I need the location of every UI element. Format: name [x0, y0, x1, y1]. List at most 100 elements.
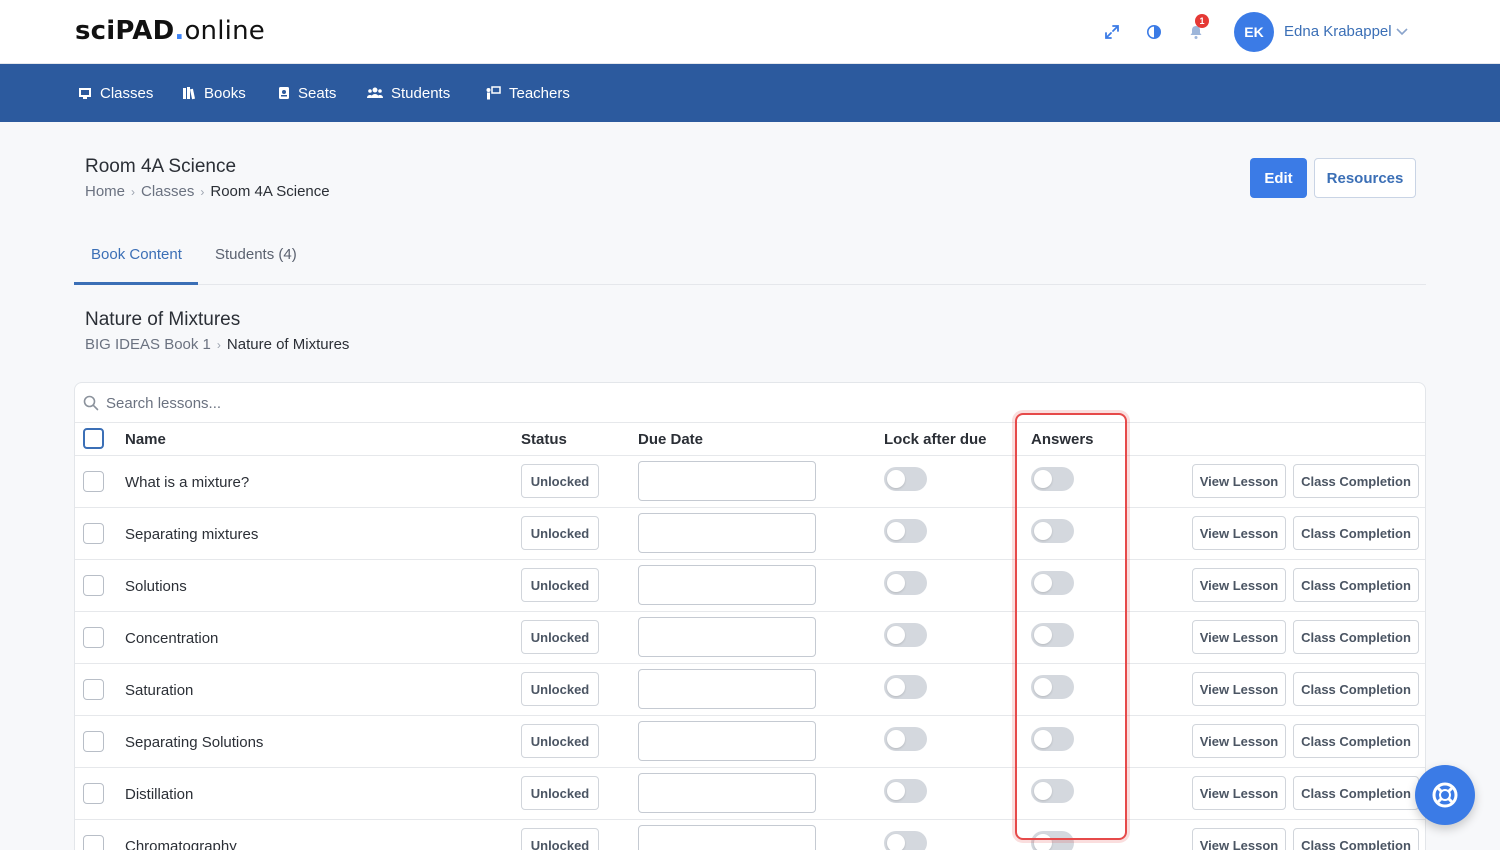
due-date-input[interactable]	[638, 773, 816, 813]
row-checkbox[interactable]	[83, 679, 104, 700]
tab-students[interactable]: Students (4)	[215, 246, 297, 263]
avatar[interactable]: EK	[1234, 12, 1274, 52]
lock-after-due-toggle[interactable]	[884, 467, 927, 491]
status-button[interactable]: Unlocked	[521, 620, 599, 654]
expand-icon[interactable]	[1100, 20, 1124, 44]
due-date-input[interactable]	[638, 721, 816, 761]
row-checkbox[interactable]	[83, 627, 104, 648]
due-date-input[interactable]	[638, 513, 816, 553]
select-all-checkbox[interactable]	[83, 428, 104, 449]
class-completion-button[interactable]: Class Completion	[1293, 776, 1419, 810]
resources-button[interactable]: Resources	[1314, 158, 1416, 198]
lesson-name: Solutions	[125, 578, 187, 595]
class-completion-button[interactable]: Class Completion	[1293, 568, 1419, 602]
lesson-name: Separating mixtures	[125, 526, 259, 543]
nav-label-books: Books	[204, 84, 246, 102]
due-date-input[interactable]	[638, 565, 816, 605]
due-date-input[interactable]	[638, 669, 816, 709]
table-row: Separating Solutions Unlocked View Lesson C…	[75, 716, 1425, 768]
answers-toggle[interactable]	[1031, 571, 1074, 595]
answers-toggle[interactable]	[1031, 831, 1074, 850]
column-lock-after-due[interactable]: Lock after due	[884, 431, 987, 448]
breadcrumb-book[interactable]: BIG IDEAS Book 1	[85, 336, 211, 353]
lock-after-due-toggle[interactable]	[884, 571, 927, 595]
nav-label-classes: Classes	[100, 84, 154, 102]
due-date-input[interactable]	[638, 617, 816, 657]
tab-book-content[interactable]: Book Content	[91, 246, 182, 263]
row-checkbox[interactable]	[83, 523, 104, 544]
column-answers[interactable]: Answers	[1031, 431, 1094, 448]
view-lesson-button[interactable]: View Lesson	[1192, 620, 1286, 654]
answers-toggle[interactable]	[1031, 675, 1074, 699]
lock-after-due-toggle[interactable]	[884, 779, 927, 803]
view-lesson-button[interactable]: View Lesson	[1192, 724, 1286, 758]
nav-item-students[interactable]: Students	[367, 84, 450, 102]
breadcrumb-home[interactable]: Home	[85, 183, 125, 200]
view-lesson-button[interactable]: View Lesson	[1192, 776, 1286, 810]
breadcrumb-current-section: Nature of Mixtures	[226, 336, 350, 353]
table-row: Saturation Unlocked View Lesson Class Compl…	[75, 664, 1425, 716]
breadcrumb-current: Room 4A Science	[210, 183, 330, 200]
class-completion-button[interactable]: Class Completion	[1293, 516, 1419, 550]
table-row: Chromatography Unlocked View Lesson Class C…	[75, 820, 1425, 850]
answers-toggle[interactable]	[1031, 779, 1074, 803]
row-checkbox[interactable]	[83, 835, 104, 850]
row-checkbox[interactable]	[83, 575, 104, 596]
app-logo[interactable]: sciPAD.online	[75, 16, 265, 46]
due-date-input[interactable]	[638, 825, 816, 850]
class-completion-button[interactable]: Class Completion	[1293, 828, 1419, 850]
class-completion-button[interactable]: Class Completion	[1293, 620, 1419, 654]
row-checkbox[interactable]	[83, 783, 104, 804]
view-lesson-button[interactable]: View Lesson	[1192, 516, 1286, 550]
lock-after-due-toggle[interactable]	[884, 675, 927, 699]
row-checkbox[interactable]	[83, 471, 104, 492]
column-status[interactable]: Status	[521, 431, 567, 448]
answers-toggle[interactable]	[1031, 467, 1074, 491]
search-input[interactable]	[106, 391, 706, 415]
breadcrumb-separator-icon: ›	[216, 337, 221, 352]
lesson-name: What is a mixture?	[125, 474, 250, 491]
active-tab-indicator	[74, 282, 198, 285]
answers-toggle[interactable]	[1031, 727, 1074, 751]
status-button[interactable]: Unlocked	[521, 724, 599, 758]
table-row: Distillation Unlocked View Lesson Class Com…	[75, 768, 1425, 820]
nav-item-books[interactable]: Books	[182, 84, 246, 102]
user-name[interactable]: Edna Krabappel	[1284, 23, 1392, 40]
students-icon	[367, 87, 383, 98]
column-due-date[interactable]: Due Date	[638, 431, 703, 448]
status-button[interactable]: Unlocked	[521, 464, 599, 498]
table-row: Solutions Unlocked View Lesson Class Comple…	[75, 560, 1425, 612]
view-lesson-button[interactable]: View Lesson	[1192, 672, 1286, 706]
answers-toggle[interactable]	[1031, 623, 1074, 647]
contrast-icon[interactable]	[1142, 20, 1166, 44]
help-button[interactable]	[1415, 765, 1475, 825]
status-button[interactable]: Unlocked	[521, 776, 599, 810]
chevron-down-icon[interactable]	[1395, 24, 1409, 43]
status-button[interactable]: Unlocked	[521, 828, 599, 850]
view-lesson-button[interactable]: View Lesson	[1192, 568, 1286, 602]
status-button[interactable]: Unlocked	[521, 516, 599, 550]
nav-item-seats[interactable]: Seats	[278, 84, 336, 102]
class-completion-button[interactable]: Class Completion	[1293, 464, 1419, 498]
lifebuoy-icon	[1432, 782, 1458, 808]
answers-toggle[interactable]	[1031, 519, 1074, 543]
row-checkbox[interactable]	[83, 731, 104, 752]
edit-button[interactable]: Edit	[1250, 158, 1307, 198]
nav-item-classes[interactable]: Classes	[78, 84, 153, 102]
class-completion-button[interactable]: Class Completion	[1293, 724, 1419, 758]
view-lesson-button[interactable]: View Lesson	[1192, 464, 1286, 498]
nav-item-teachers[interactable]: Teachers	[485, 84, 570, 102]
lock-after-due-toggle[interactable]	[884, 727, 927, 751]
lock-after-due-toggle[interactable]	[884, 623, 927, 647]
breadcrumb-classes[interactable]: Classes	[141, 183, 194, 200]
section-breadcrumb: BIG IDEAS Book 1 › Nature of Mixtures	[85, 336, 349, 353]
due-date-input[interactable]	[638, 461, 816, 501]
class-completion-button[interactable]: Class Completion	[1293, 672, 1419, 706]
status-button[interactable]: Unlocked	[521, 672, 599, 706]
lock-after-due-toggle[interactable]	[884, 519, 927, 543]
status-button[interactable]: Unlocked	[521, 568, 599, 602]
lesson-name: Separating Solutions	[125, 734, 264, 751]
column-name[interactable]: Name	[125, 431, 166, 448]
lock-after-due-toggle[interactable]	[884, 831, 927, 850]
view-lesson-button[interactable]: View Lesson	[1192, 828, 1286, 850]
